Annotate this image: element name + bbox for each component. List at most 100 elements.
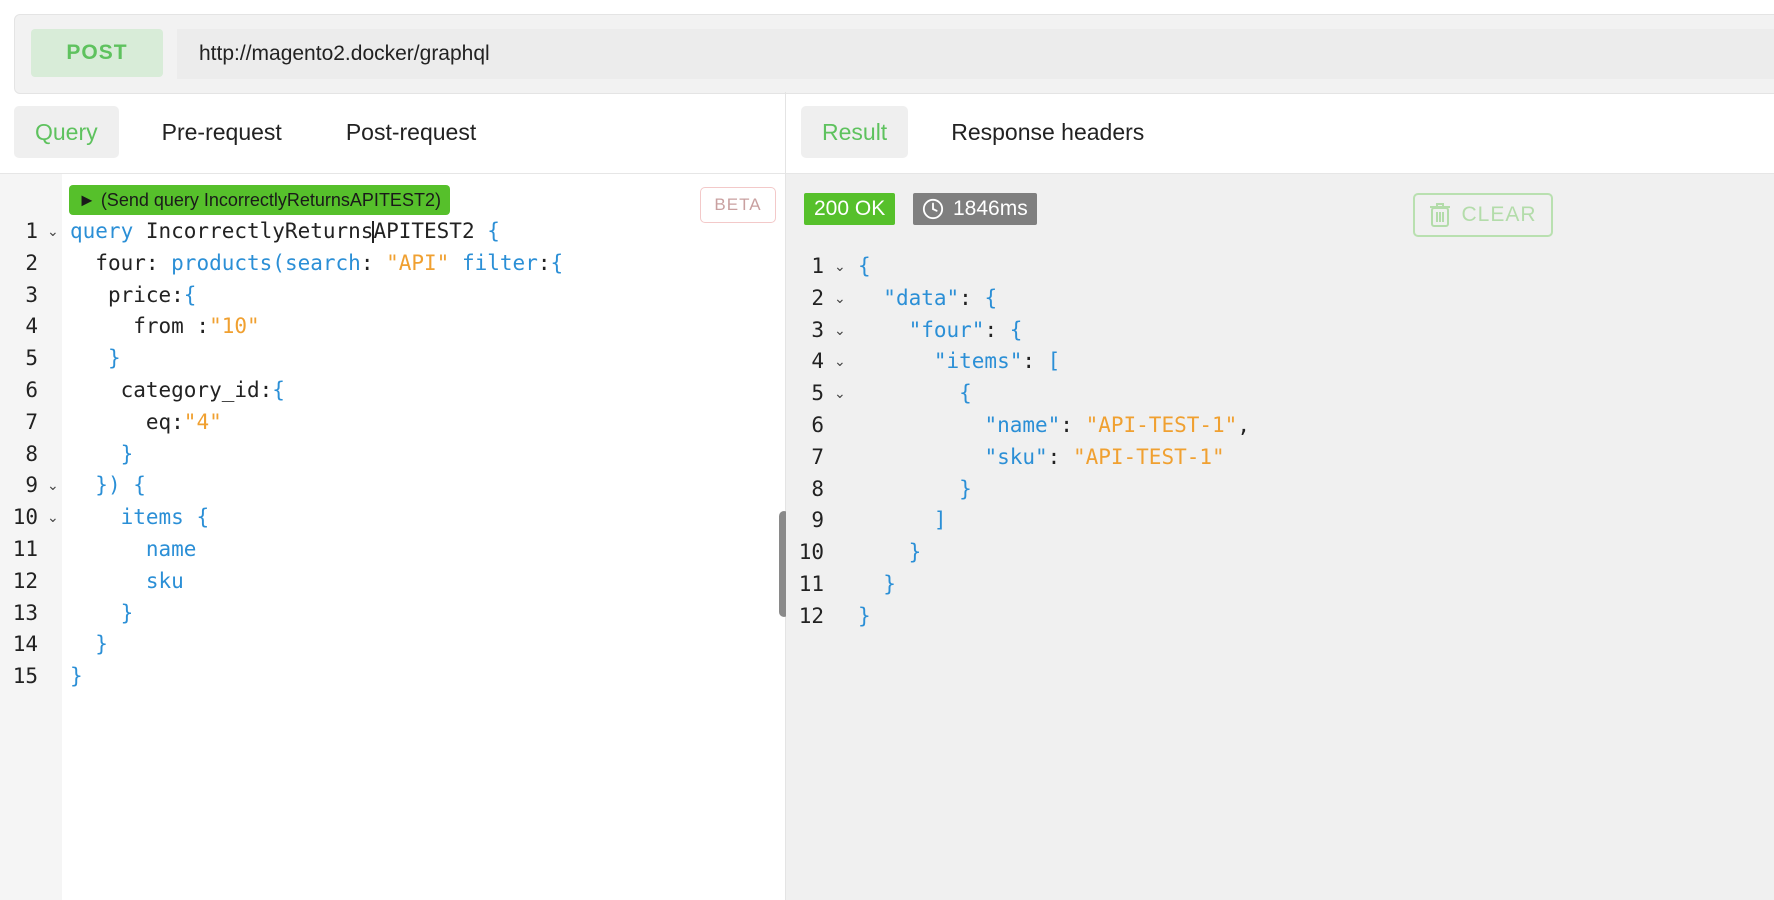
code-token: : <box>1047 444 1073 469</box>
code-token: items <box>120 505 197 530</box>
code-token: search <box>284 250 361 275</box>
url-input[interactable]: http://magento2.docker/graphql <box>177 29 1774 79</box>
line-number: 7 <box>811 444 824 469</box>
fold-chevron-icon[interactable]: ⌄ <box>834 259 846 275</box>
code-token: category_id: <box>120 378 273 402</box>
line-number: 2 <box>811 285 824 310</box>
code-line: items { <box>70 505 210 530</box>
line-number: 8 <box>25 441 38 466</box>
code-token: four: <box>95 250 172 275</box>
code-token: price: <box>107 282 184 307</box>
fold-chevron-icon[interactable]: ⌄ <box>47 478 59 494</box>
line-number: 11 <box>12 537 38 561</box>
tab-response-headers[interactable]: Response headers <box>930 106 1165 158</box>
line-number: 9 <box>25 473 38 498</box>
line-number: 14 <box>12 632 38 657</box>
fold-chevron-icon[interactable]: ⌄ <box>47 224 59 240</box>
code-token: { <box>1009 317 1023 342</box>
line-number: 13 <box>12 600 38 625</box>
code-line: "name": "API-TEST-1", <box>858 413 1250 437</box>
code-token: } <box>120 441 134 466</box>
fold-chevron-icon[interactable]: ⌄ <box>834 386 846 402</box>
code-token: "data" <box>883 285 960 310</box>
response-time-badge: 1846ms <box>913 193 1037 225</box>
fold-chevron-icon[interactable]: ⌄ <box>47 510 59 526</box>
code-token: "4" <box>183 409 222 434</box>
code-token: "items" <box>933 349 1023 374</box>
line-number: 10 <box>798 540 824 565</box>
code-line: } <box>70 441 134 466</box>
code-line: } <box>70 632 108 656</box>
code-token: } <box>908 540 922 565</box>
line-number: 3 <box>811 317 824 342</box>
code-token: eq: <box>145 409 184 434</box>
code-line: from :"10" <box>70 314 260 339</box>
code-line: }) { <box>70 473 146 497</box>
line-number: 12 <box>12 568 38 593</box>
code-line: } <box>858 477 972 501</box>
tab-post-request[interactable]: Post-request <box>325 106 497 158</box>
method-selector[interactable]: POST <box>31 29 163 77</box>
code-line: "sku": "API-TEST-1" <box>858 444 1224 469</box>
code-token: "four" <box>908 317 985 342</box>
code-token: { <box>183 282 197 307</box>
code-line: } <box>70 346 121 370</box>
code-line: price:{ <box>70 282 197 307</box>
code-line: } <box>70 664 83 688</box>
code-line: } <box>70 600 134 625</box>
code-token: query <box>70 219 134 243</box>
query-tabs: Query Pre-request Post-request <box>14 106 519 158</box>
tab-query[interactable]: Query <box>14 106 119 158</box>
line-number: 15 <box>12 664 38 689</box>
code-line: } <box>858 604 871 628</box>
code-token: "API-TEST-1" <box>1085 413 1238 437</box>
line-number: 12 <box>798 603 824 628</box>
line-number: 6 <box>25 378 38 402</box>
code-line: "data": { <box>858 286 997 310</box>
code-token: "API" <box>386 250 450 275</box>
clear-label: CLEAR <box>1461 203 1537 226</box>
line-number: 9 <box>811 508 824 533</box>
code-line: eq:"4" <box>70 410 222 434</box>
status-badge: 200 OK <box>804 193 896 225</box>
result-pane: 200 OK 1846ms CLEAR 1 ⌄{2 ⌄ "data": {3 ⌄ "f… <box>786 174 1774 900</box>
code-line: { <box>858 381 972 405</box>
code-token: filter <box>461 250 538 275</box>
code-line: sku <box>70 569 184 593</box>
request-bar: POST http://magento2.docker/graphql <box>14 14 1774 94</box>
beta-badge: BETA <box>700 187 776 223</box>
code-token: : <box>360 250 387 275</box>
trash-icon <box>1430 203 1451 227</box>
code-token: { <box>196 505 210 530</box>
code-token: : <box>1060 413 1086 437</box>
code-line: name <box>70 537 197 561</box>
code-line: "four": { <box>858 317 1023 342</box>
code-token: { <box>858 254 871 278</box>
line-number: 4 <box>25 314 38 339</box>
code-token: : <box>537 250 551 275</box>
fold-chevron-icon[interactable]: ⌄ <box>834 354 846 370</box>
code-token: } <box>858 603 871 628</box>
code-line: ] <box>858 508 947 532</box>
code-token: "10" <box>209 314 260 339</box>
line-number: 5 <box>811 381 824 406</box>
send-query-button[interactable]: ► (Send query IncorrectlyReturnsAPITEST2… <box>69 185 450 215</box>
query-editor[interactable]: ► (Send query IncorrectlyReturnsAPITEST2… <box>0 174 785 900</box>
tab-pre-request[interactable]: Pre-request <box>141 106 303 158</box>
code-line: "items": [ <box>858 349 1060 373</box>
code-token: } <box>883 572 896 596</box>
clear-button[interactable]: CLEAR <box>1413 193 1553 237</box>
code-token: } <box>959 476 972 501</box>
code-token: } <box>120 600 134 625</box>
line-number: 8 <box>811 476 824 501</box>
code-token: } <box>70 664 83 689</box>
tab-result[interactable]: Result <box>801 106 909 158</box>
code-token: [ <box>1047 349 1061 374</box>
code-token: : <box>984 317 1010 342</box>
code-line: query IncorrectlyReturnsAPITEST2 { <box>70 219 500 243</box>
line-number: 7 <box>25 409 38 434</box>
fold-chevron-icon[interactable]: ⌄ <box>834 323 846 339</box>
fold-chevron-icon[interactable]: ⌄ <box>834 291 846 307</box>
code-line: four: products(search: "API" filter:{ <box>70 251 563 275</box>
